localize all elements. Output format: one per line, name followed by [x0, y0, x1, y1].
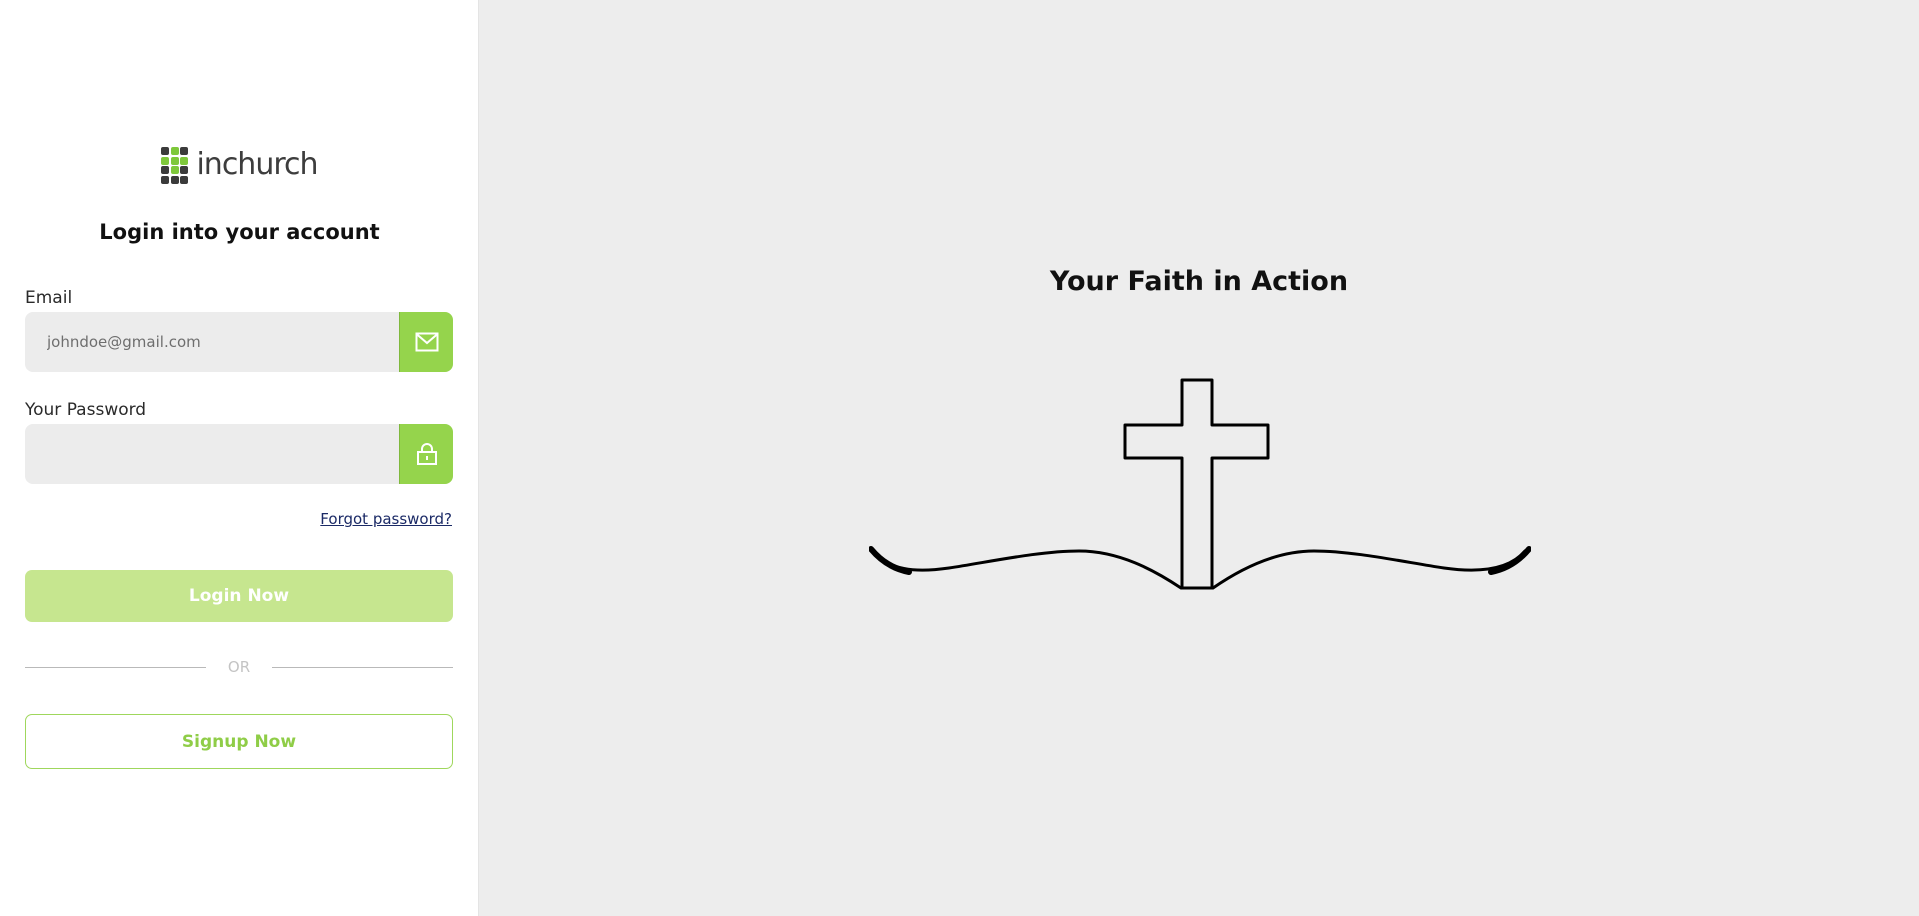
login-panel: inchurch Login into your account Email Y… [0, 0, 479, 916]
password-input[interactable] [25, 424, 399, 484]
logo-square [180, 166, 189, 174]
email-field-group [25, 312, 453, 372]
logo-square [161, 175, 170, 184]
cross-book-illustration [869, 378, 1531, 590]
email-input[interactable] [25, 312, 399, 372]
login-button[interactable]: Login Now [25, 570, 453, 622]
signup-button[interactable]: Signup Now [25, 714, 453, 769]
hero-tagline: Your Faith in Action [1049, 266, 1349, 297]
divider-line-right [272, 666, 454, 668]
logo-square [170, 156, 179, 165]
book-right-edge [1488, 546, 1531, 575]
logo-square [180, 156, 189, 165]
logo-square [161, 147, 170, 155]
logo-square [161, 166, 170, 174]
logo-square [170, 147, 179, 155]
logo-grid-icon [161, 147, 189, 184]
logo-square [170, 166, 179, 174]
logo-square [161, 156, 170, 165]
book-left-edge [869, 546, 912, 575]
book-left-page [871, 549, 1183, 590]
logo-square [170, 175, 179, 184]
forgot-password-link[interactable]: Forgot password? [320, 510, 452, 528]
or-divider: OR [25, 658, 454, 676]
mail-icon [399, 312, 453, 372]
password-label: Your Password [25, 400, 147, 420]
brand-name: inchurch [196, 147, 318, 183]
lock-icon [399, 424, 453, 484]
login-title: Login into your account [99, 220, 380, 244]
logo-square [180, 147, 189, 155]
book-right-page [1211, 549, 1527, 590]
login-page: inchurch Login into your account Email Y… [0, 0, 1919, 916]
brand-logo: inchurch [0, 147, 479, 184]
email-label: Email [25, 288, 73, 308]
divider-line-left [25, 666, 206, 668]
password-field-group [25, 424, 453, 484]
logo-square [180, 175, 189, 184]
hero-panel: Your Faith in Action [479, 0, 1919, 916]
cross-shape [1123, 378, 1270, 590]
or-label: OR [227, 658, 251, 676]
